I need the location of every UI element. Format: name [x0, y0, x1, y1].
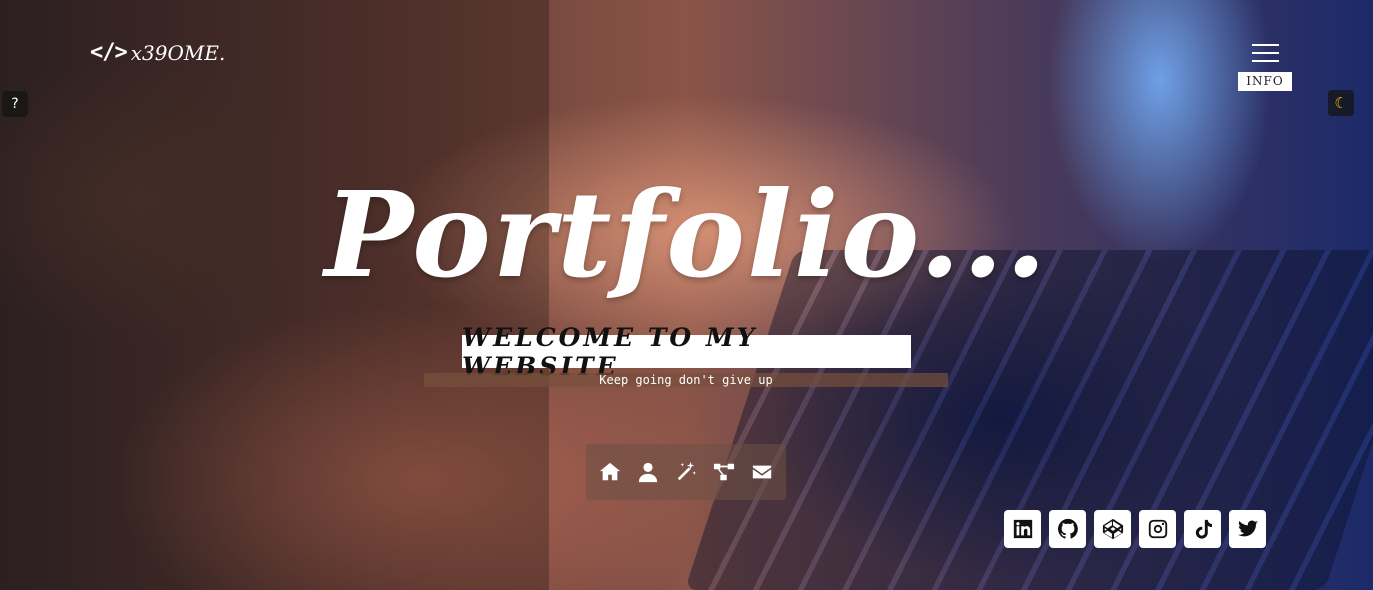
help-button[interactable]: ? [2, 91, 28, 117]
social-links [1004, 510, 1266, 548]
hamburger-icon [1251, 44, 1279, 64]
codepen-link[interactable] [1094, 510, 1131, 548]
home-icon [599, 462, 621, 481]
github-link[interactable] [1049, 510, 1086, 548]
tagline: Keep going don't give up [424, 373, 948, 387]
site-logo[interactable]: </> x39OME. [90, 40, 225, 65]
theme-toggle-button[interactable]: ☾ [1328, 90, 1354, 116]
hero-section: </> x39OME. ? ☾ INFO Portfolio... WELCOM… [0, 0, 1373, 590]
linkedin-link[interactable] [1004, 510, 1041, 548]
menu-button[interactable]: INFO [1238, 44, 1292, 91]
project-diagram-icon [713, 463, 735, 481]
user-icon [638, 462, 658, 483]
twitter-link[interactable] [1229, 510, 1266, 548]
nav-contact[interactable] [749, 459, 775, 485]
nav-projects[interactable] [711, 459, 737, 485]
instagram-link[interactable] [1139, 510, 1176, 548]
linkedin-icon [1013, 519, 1032, 539]
menu-label: INFO [1238, 72, 1292, 91]
help-label: ? [11, 96, 19, 112]
tiktok-icon [1195, 519, 1212, 539]
envelope-icon [752, 465, 772, 479]
twitter-icon [1237, 520, 1258, 537]
section-nav [586, 444, 786, 500]
logo-text: x39OME. [130, 40, 226, 65]
codepen-icon [1102, 518, 1123, 540]
moon-icon: ☾ [1334, 94, 1348, 112]
tiktok-link[interactable] [1184, 510, 1221, 548]
nav-skills[interactable] [673, 459, 699, 485]
welcome-banner: WELCOME TO MY WEBSITE [462, 323, 911, 381]
nav-about[interactable] [635, 459, 661, 485]
instagram-icon [1148, 519, 1167, 539]
nav-home[interactable] [597, 459, 623, 485]
magic-wand-icon [677, 461, 697, 481]
github-icon [1057, 518, 1078, 539]
code-icon: </> [90, 40, 128, 65]
hero-title: Portfolio... [324, 165, 1049, 304]
